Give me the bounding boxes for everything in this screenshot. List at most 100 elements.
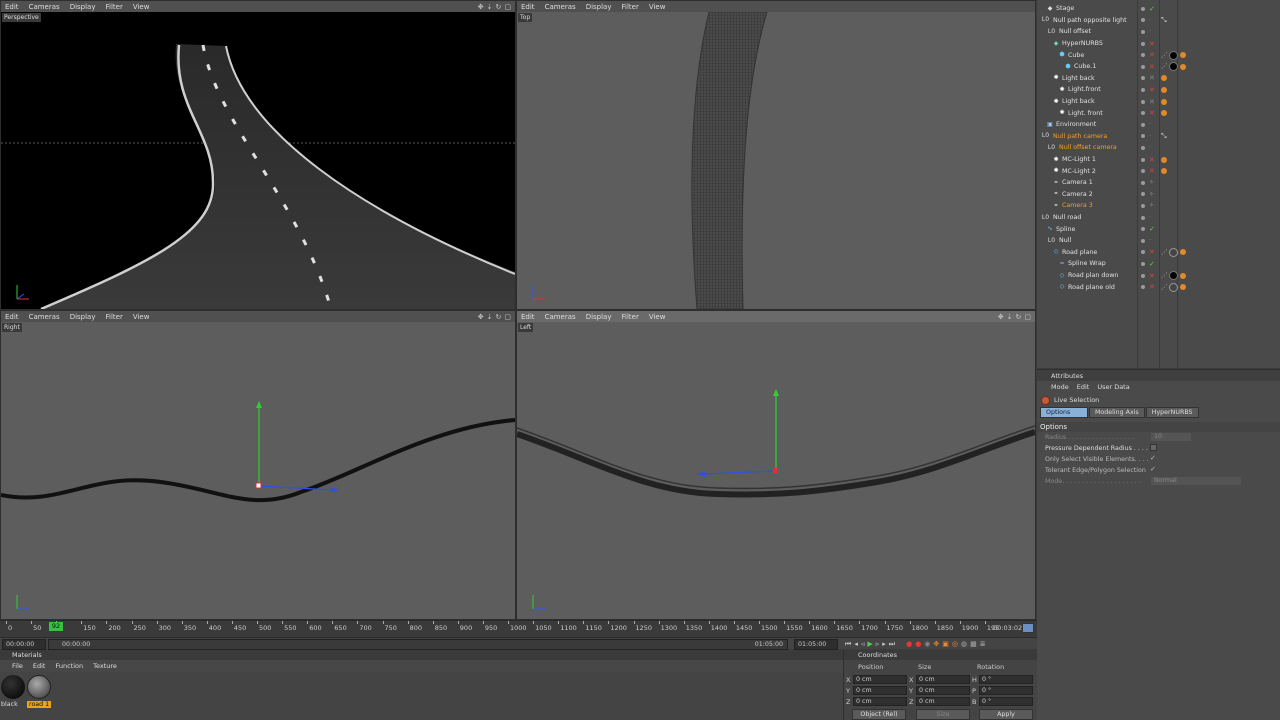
object-row[interactable]: L0 Null ·	[1037, 235, 1280, 247]
menu-display[interactable]: Display	[586, 313, 612, 321]
object-row[interactable]: ⚭ Camera 3 ⁘	[1037, 200, 1280, 212]
enabled-check-icon[interactable]: ✓	[1149, 260, 1155, 268]
object-row[interactable]: L0 Null offset ·	[1037, 26, 1280, 38]
disabled-x-icon[interactable]: ✕	[1149, 283, 1155, 291]
disabled-x-icon[interactable]: ✕	[1149, 109, 1155, 117]
mat-menu-function[interactable]: Function	[55, 662, 83, 670]
visibility-dots-icon[interactable]	[1141, 250, 1145, 255]
texture-tag-icon[interactable]	[1161, 75, 1167, 82]
visibility-dots-icon[interactable]	[1141, 261, 1145, 266]
visibility-dots-icon[interactable]	[1141, 6, 1145, 11]
rotate-view-icon[interactable]: ↻	[1016, 313, 1022, 321]
texture-tag-icon[interactable]	[1161, 98, 1167, 105]
maximize-view-icon[interactable]: ▢	[504, 313, 511, 321]
object-name[interactable]: Camera 2	[1062, 191, 1093, 198]
texture-tag-icon[interactable]	[1180, 63, 1187, 70]
object-row[interactable]: ✺ Light. front ✕	[1037, 107, 1280, 119]
object-name[interactable]: Null road	[1053, 214, 1081, 221]
zoom-view-icon[interactable]: ⇣	[487, 313, 493, 321]
object-row[interactable]: ∿ Spline ✓	[1037, 223, 1280, 235]
texture-tag-icon[interactable]	[1161, 156, 1167, 163]
visibility-dots-icon[interactable]	[1141, 285, 1145, 290]
phong-tag-icon[interactable]: ⋰	[1161, 284, 1167, 291]
camera-status-icon[interactable]: ⁘	[1149, 191, 1154, 198]
phong-tag-icon[interactable]: ⋰	[1161, 272, 1167, 279]
object-row[interactable]: ⬢ Cube.1 ✕ ⋰	[1037, 61, 1280, 73]
status-icon[interactable]: ·	[1149, 133, 1151, 140]
viewport-right[interactable]: Edit Cameras Display Filter View ✥ ⇣ ↻ ▢…	[0, 310, 516, 620]
object-name[interactable]: Light. front	[1068, 110, 1103, 117]
rot-h-field[interactable]: 0 °	[979, 675, 1033, 684]
viewport-left[interactable]: Edit Cameras Display Filter View ✥ ⇣ ↻ ▢…	[516, 310, 1036, 620]
texture-tag-icon[interactable]	[1180, 249, 1187, 256]
viewport-perspective[interactable]: Edit Cameras Display Filter View ✥ ⇣ ↻ ▢…	[0, 0, 516, 310]
menu-edit[interactable]: Edit	[521, 3, 535, 11]
visibility-dots-icon[interactable]	[1141, 273, 1145, 278]
menu-view[interactable]: View	[133, 3, 150, 11]
object-name[interactable]: MC-Light 1	[1062, 156, 1096, 163]
visibility-dots-icon[interactable]	[1141, 169, 1145, 174]
menu-filter[interactable]: Filter	[106, 3, 123, 11]
visibility-dots-icon[interactable]	[1141, 203, 1145, 208]
object-name[interactable]: Camera 3	[1062, 202, 1093, 209]
timeline-ruler[interactable]: 0 50 150 200 250 300 350 400 450 500 550 600 650 700 7…	[0, 620, 1037, 636]
disabled-x-icon[interactable]: ✕	[1149, 74, 1155, 82]
object-name[interactable]: Light back	[1062, 75, 1095, 82]
texture-tag-icon[interactable]	[1180, 272, 1187, 279]
object-row[interactable]: L0 Null offset camera ·	[1037, 142, 1280, 154]
menu-cameras[interactable]: Cameras	[29, 3, 60, 11]
object-name[interactable]: Cube.1	[1074, 63, 1096, 70]
size-z-field[interactable]: 0 cm	[916, 697, 970, 706]
zoom-view-icon[interactable]: ⇣	[487, 3, 493, 11]
menu-display[interactable]: Display	[70, 3, 96, 11]
object-row[interactable]: ≈ Spline Wrap ✓	[1037, 258, 1280, 270]
menu-edit[interactable]: Edit	[5, 313, 19, 321]
object-name[interactable]: Environment	[1056, 121, 1096, 128]
align-to-spline-tag-icon[interactable]: ⤡	[1161, 16, 1167, 25]
texture-tag-icon[interactable]	[1161, 168, 1167, 175]
tab-hypernurbs[interactable]: HyperNURBS	[1145, 407, 1199, 418]
maximize-view-icon[interactable]: ▢	[504, 3, 511, 11]
phong-tag-icon[interactable]: ⋰	[1161, 249, 1167, 256]
visibility-dots-icon[interactable]	[1141, 157, 1145, 162]
object-row[interactable]: ✺ MC-Light 1 ✕	[1037, 154, 1280, 166]
object-name[interactable]: MC-Light 2	[1062, 168, 1096, 175]
go-start-icon[interactable]: ⏮	[845, 640, 851, 649]
status-icon[interactable]: ·	[1149, 237, 1151, 244]
enabled-check-icon[interactable]: ✓	[1149, 5, 1155, 13]
disabled-x-icon[interactable]: ✕	[1149, 98, 1155, 106]
menu-edit[interactable]: Edit	[5, 3, 19, 11]
menu-filter[interactable]: Filter	[106, 313, 123, 321]
disabled-x-icon[interactable]: ✕	[1149, 63, 1155, 71]
visibility-dots-icon[interactable]	[1141, 111, 1145, 116]
object-row[interactable]: ✺ MC-Light 2 ✕	[1037, 165, 1280, 177]
phong-tag-icon[interactable]: ⋰	[1161, 63, 1167, 70]
visibility-dots-icon[interactable]	[1141, 145, 1145, 150]
radius-field[interactable]: 10	[1151, 433, 1191, 441]
rot-p-field[interactable]: 0 °	[979, 686, 1033, 695]
size-mode-dropdown[interactable]: Size	[916, 709, 970, 720]
attr-menu-edit[interactable]: Edit	[1077, 383, 1090, 391]
object-name[interactable]: Spline Wrap	[1068, 260, 1106, 267]
menu-filter[interactable]: Filter	[622, 3, 639, 11]
menu-cameras[interactable]: Cameras	[545, 313, 576, 321]
menu-view[interactable]: View	[649, 3, 666, 11]
object-name[interactable]: Light back	[1062, 98, 1095, 105]
menu-edit[interactable]: Edit	[521, 313, 535, 321]
rot-b-field[interactable]: 0 °	[979, 697, 1033, 706]
menu-view[interactable]: View	[133, 313, 150, 321]
visibility-dots-icon[interactable]	[1141, 227, 1145, 232]
material-road-preview[interactable]	[27, 675, 51, 699]
tab-modeling-axis[interactable]: Modeling Axis	[1089, 407, 1145, 418]
object-name[interactable]: HyperNURBS	[1062, 40, 1103, 47]
enabled-check-icon[interactable]: ✓	[1149, 225, 1155, 233]
param-key-icon[interactable]: ◍	[961, 640, 967, 648]
keyframe-selection-icon[interactable]: ◉	[924, 640, 930, 648]
disabled-x-icon[interactable]: ✕	[1149, 272, 1155, 280]
attr-menu-userdata[interactable]: User Data	[1097, 383, 1129, 391]
object-name[interactable]: Null path camera	[1053, 133, 1107, 140]
status-icon[interactable]: ·	[1149, 28, 1151, 35]
size-x-field[interactable]: 0 cm	[916, 675, 970, 684]
pos-z-field[interactable]: 0 cm	[853, 697, 907, 706]
move-view-icon[interactable]: ✥	[478, 313, 484, 321]
